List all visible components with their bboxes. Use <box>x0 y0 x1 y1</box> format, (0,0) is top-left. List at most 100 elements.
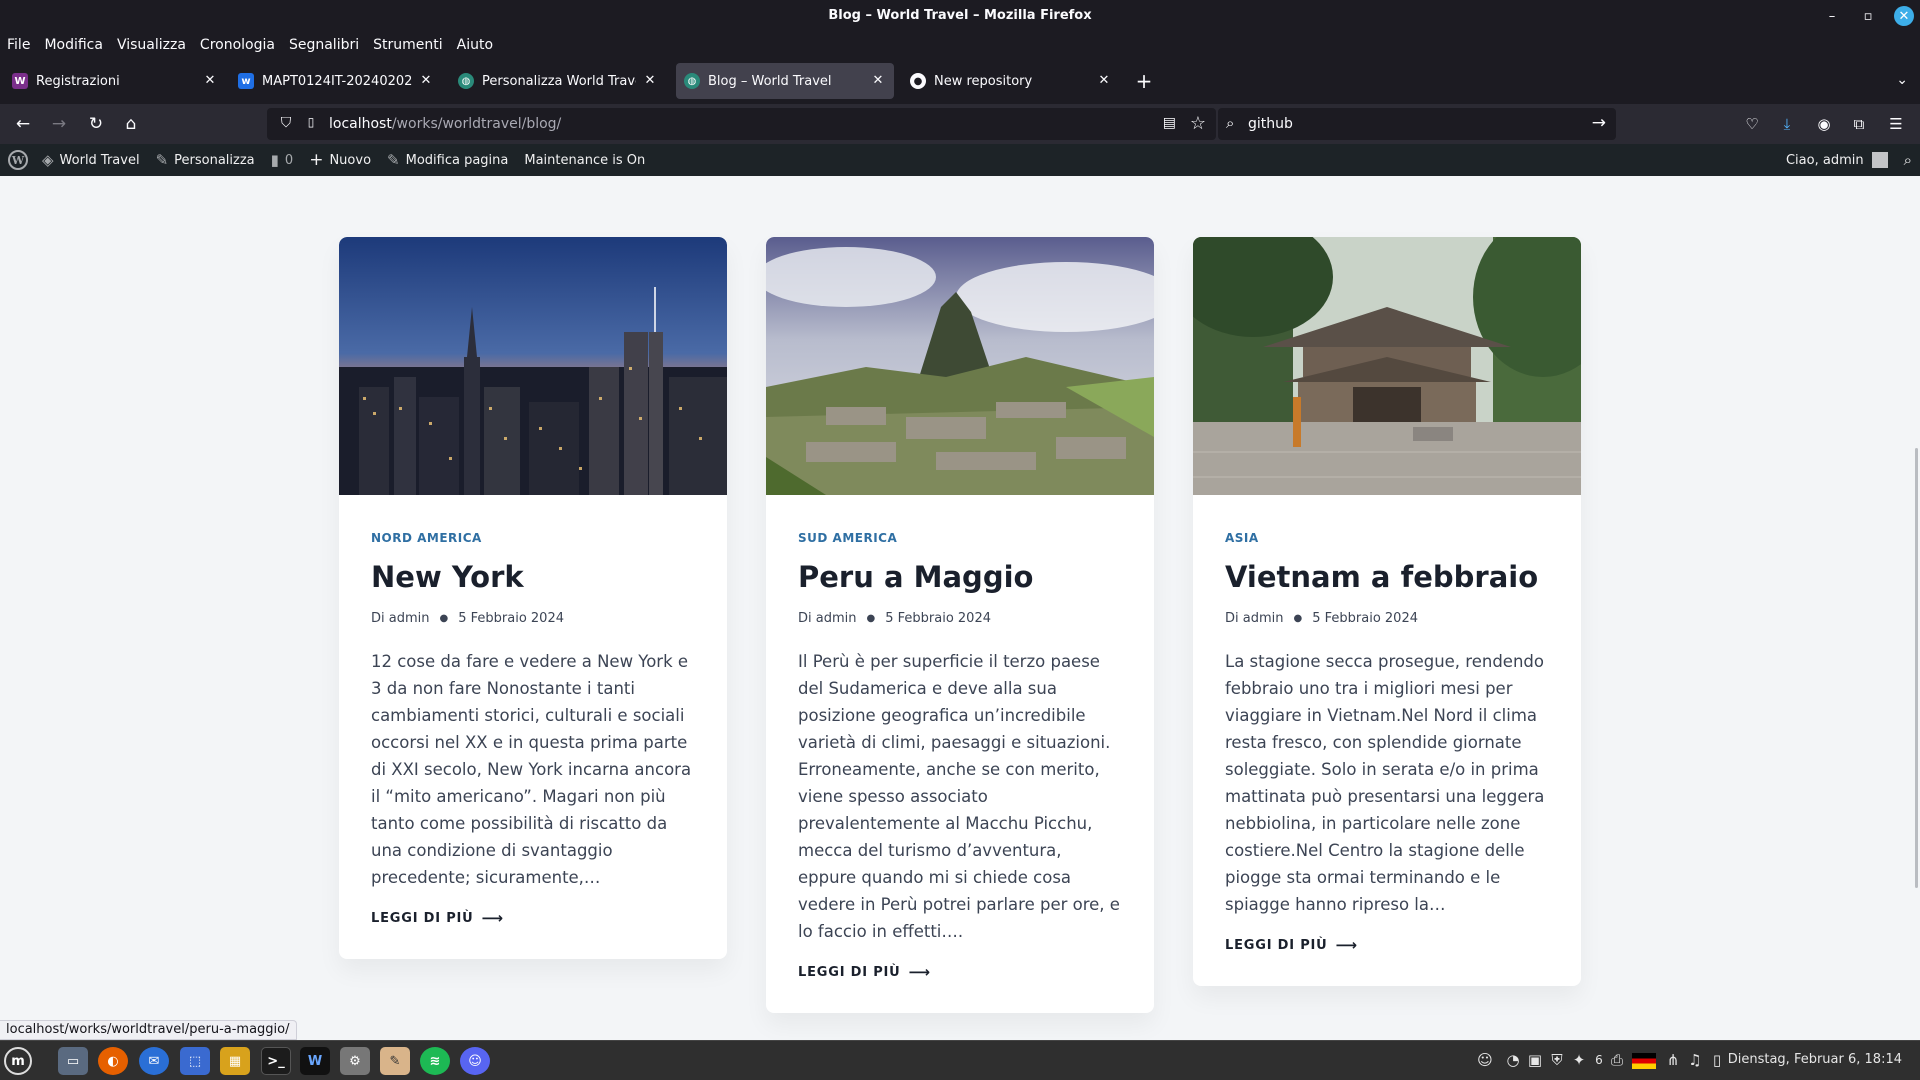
search-bar[interactable]: ⌕ github → <box>1218 108 1616 140</box>
menu-segnalibri[interactable]: Segnalibri <box>289 37 359 53</box>
tab-new-repository[interactable]: ● New repository ✕ <box>902 63 1120 99</box>
start-menu-icon[interactable]: m <box>4 1047 32 1075</box>
meta-separator: ● <box>1293 613 1303 624</box>
calculator-icon[interactable]: ▦ <box>220 1047 250 1075</box>
clock[interactable]: Dienstag, Februar 6, 18:14 <box>1728 1052 1902 1067</box>
audio-device-icon[interactable]: ◔ <box>1504 1051 1522 1069</box>
pocket-icon[interactable]: ♡ <box>1740 112 1764 136</box>
thunderbird-icon[interactable]: ✉ <box>139 1047 169 1075</box>
wp-edit-page[interactable]: ✎ Modifica pagina <box>387 151 508 169</box>
avatar <box>1871 152 1888 168</box>
post-thumbnail-new-york[interactable] <box>339 237 727 495</box>
page-info-icon[interactable]: ▯ <box>303 115 319 133</box>
wp-customize[interactable]: ✎ Personalizza <box>156 151 255 169</box>
search-go-icon[interactable]: → <box>1592 113 1606 133</box>
tab-close-icon[interactable]: ✕ <box>202 73 218 89</box>
extensions-icon[interactable]: ⧉ <box>1847 112 1871 136</box>
wp-site-name[interactable]: ◈ World Travel <box>42 151 140 169</box>
menu-visualizza[interactable]: Visualizza <box>117 37 186 53</box>
wp-account[interactable]: Ciao, admin <box>1786 152 1888 168</box>
tab-label: Registrazioni <box>36 73 120 89</box>
wp-comments[interactable]: ▮ 0 <box>271 151 294 169</box>
tab-registrazioni[interactable]: W Registrazioni ✕ <box>4 63 226 99</box>
city-skyline-image <box>339 237 727 495</box>
account-icon[interactable]: ◉ <box>1812 112 1836 136</box>
page-viewport: NORD AMERICA New York Di admin ● 5 Febbr… <box>0 176 1920 1040</box>
download-icon[interactable]: ⤓ <box>1775 112 1799 136</box>
forward-icon[interactable]: → <box>47 112 71 136</box>
menu-aiuto[interactable]: Aiuto <box>457 37 493 53</box>
post-date[interactable]: 5 Febbraio 2024 <box>458 611 564 626</box>
tab-close-icon[interactable]: ✕ <box>1096 73 1112 89</box>
page-scrollbar[interactable] <box>1915 448 1918 888</box>
menu-hamburger-icon[interactable]: ☰ <box>1884 112 1908 136</box>
network-icon[interactable]: ⋔ <box>1664 1051 1682 1069</box>
spotify-icon[interactable]: ≋ <box>420 1047 450 1075</box>
post-thumbnail-vietnam[interactable] <box>1193 237 1581 495</box>
post-author[interactable]: Di admin <box>371 611 430 626</box>
menu-modifica[interactable]: Modifica <box>44 37 103 53</box>
wp-new[interactable]: + Nuovo <box>309 150 371 170</box>
wordpress-dark-icon: W <box>12 73 28 89</box>
security-shield-icon[interactable]: ⛨ <box>1548 1051 1566 1069</box>
wordpress-logo-icon[interactable]: W <box>8 150 28 170</box>
brush-icon: ✎ <box>155 151 169 169</box>
reload-icon[interactable]: ↻ <box>84 112 108 136</box>
post-author[interactable]: Di admin <box>1225 611 1284 626</box>
sound-icon[interactable]: ♫ <box>1686 1051 1704 1069</box>
shield-icon[interactable]: ⛉ <box>277 115 295 133</box>
discord-icon[interactable]: ☺ <box>460 1047 490 1075</box>
menu-strumenti[interactable]: Strumenti <box>373 37 443 53</box>
url-bar[interactable]: ⛉ ▯ localhost/works/worldtravel/blog/ ▤ … <box>267 108 1216 140</box>
file-manager-icon[interactable]: ▭ <box>58 1047 88 1075</box>
comment-icon: ▮ <box>270 151 279 169</box>
tab-mapt[interactable]: w MAPT0124IT-20240202 180 ✕ <box>230 63 442 99</box>
tab-close-icon[interactable]: ✕ <box>418 73 434 89</box>
read-more-link[interactable]: LEGGI DI PIÙ ⟶ <box>1225 936 1549 954</box>
post-title-link[interactable]: Peru a Maggio <box>798 559 1122 595</box>
read-more-link[interactable]: LEGGI DI PIÙ ⟶ <box>371 909 695 927</box>
firefox-icon[interactable]: ◐ <box>98 1047 128 1075</box>
menu-file[interactable]: File <box>7 37 30 53</box>
wp-maintenance[interactable]: Maintenance is On <box>524 153 645 168</box>
menu-cronologia[interactable]: Cronologia <box>200 37 275 53</box>
tab-close-icon[interactable]: ✕ <box>642 73 658 89</box>
chevron-down-icon[interactable]: ⌄ <box>1896 72 1908 88</box>
post-date[interactable]: 5 Febbraio 2024 <box>1312 611 1418 626</box>
tab-close-icon[interactable]: ✕ <box>870 73 886 89</box>
url-text[interactable]: localhost/works/worldtravel/blog/ <box>329 116 561 132</box>
close-window-icon[interactable]: ✕ <box>1894 6 1914 26</box>
search-input[interactable]: github <box>1248 116 1293 132</box>
updates-icon[interactable]: ✦ <box>1570 1051 1588 1069</box>
bookmark-star-icon[interactable]: ☆ <box>1190 113 1206 134</box>
post-title-link[interactable]: Vietnam a febbraio <box>1225 559 1549 595</box>
terminal-icon[interactable]: >_ <box>261 1047 291 1075</box>
reader-view-icon[interactable]: ▤ <box>1163 115 1176 131</box>
battery-icon[interactable]: ▯ <box>1708 1051 1726 1069</box>
post-meta: Di admin ● 5 Febbraio 2024 <box>798 611 1122 626</box>
tab-personalizza[interactable]: ◍ Personalizza World Travel – ✕ <box>450 63 666 99</box>
maximize-icon[interactable]: ▫ <box>1858 6 1878 26</box>
new-tab-icon[interactable]: + <box>1132 69 1156 93</box>
screenshot-tool-icon[interactable]: ⬚ <box>180 1047 210 1075</box>
printer-icon[interactable]: ⎙ <box>1608 1051 1626 1069</box>
read-more-link[interactable]: LEGGI DI PIÙ ⟶ <box>798 963 1122 981</box>
search-icon[interactable]: ⌕ <box>1904 151 1912 169</box>
webstorm-icon[interactable]: W <box>300 1047 330 1075</box>
post-thumbnail-peru[interactable] <box>766 237 1154 495</box>
clipboard-icon[interactable]: ▣ <box>1526 1051 1544 1069</box>
discord-tray-icon[interactable]: ☺ <box>1476 1051 1494 1069</box>
tab-blog-world-travel[interactable]: ◍ Blog – World Travel ✕ <box>676 63 894 99</box>
home-icon[interactable]: ⌂ <box>119 112 143 136</box>
post-category-link[interactable]: NORD AMERICA <box>371 531 695 545</box>
keyboard-layout-flag-icon[interactable] <box>1632 1053 1656 1069</box>
post-category-link[interactable]: ASIA <box>1225 531 1549 545</box>
post-category-link[interactable]: SUD AMERICA <box>798 531 1122 545</box>
image-viewer-icon[interactable]: ✎ <box>380 1047 410 1075</box>
minimize-icon[interactable]: – <box>1822 6 1842 26</box>
post-date[interactable]: 5 Febbraio 2024 <box>885 611 991 626</box>
settings-icon[interactable]: ⚙ <box>340 1047 370 1075</box>
post-author[interactable]: Di admin <box>798 611 857 626</box>
post-title-link[interactable]: New York <box>371 559 695 595</box>
back-icon[interactable]: ← <box>11 112 35 136</box>
